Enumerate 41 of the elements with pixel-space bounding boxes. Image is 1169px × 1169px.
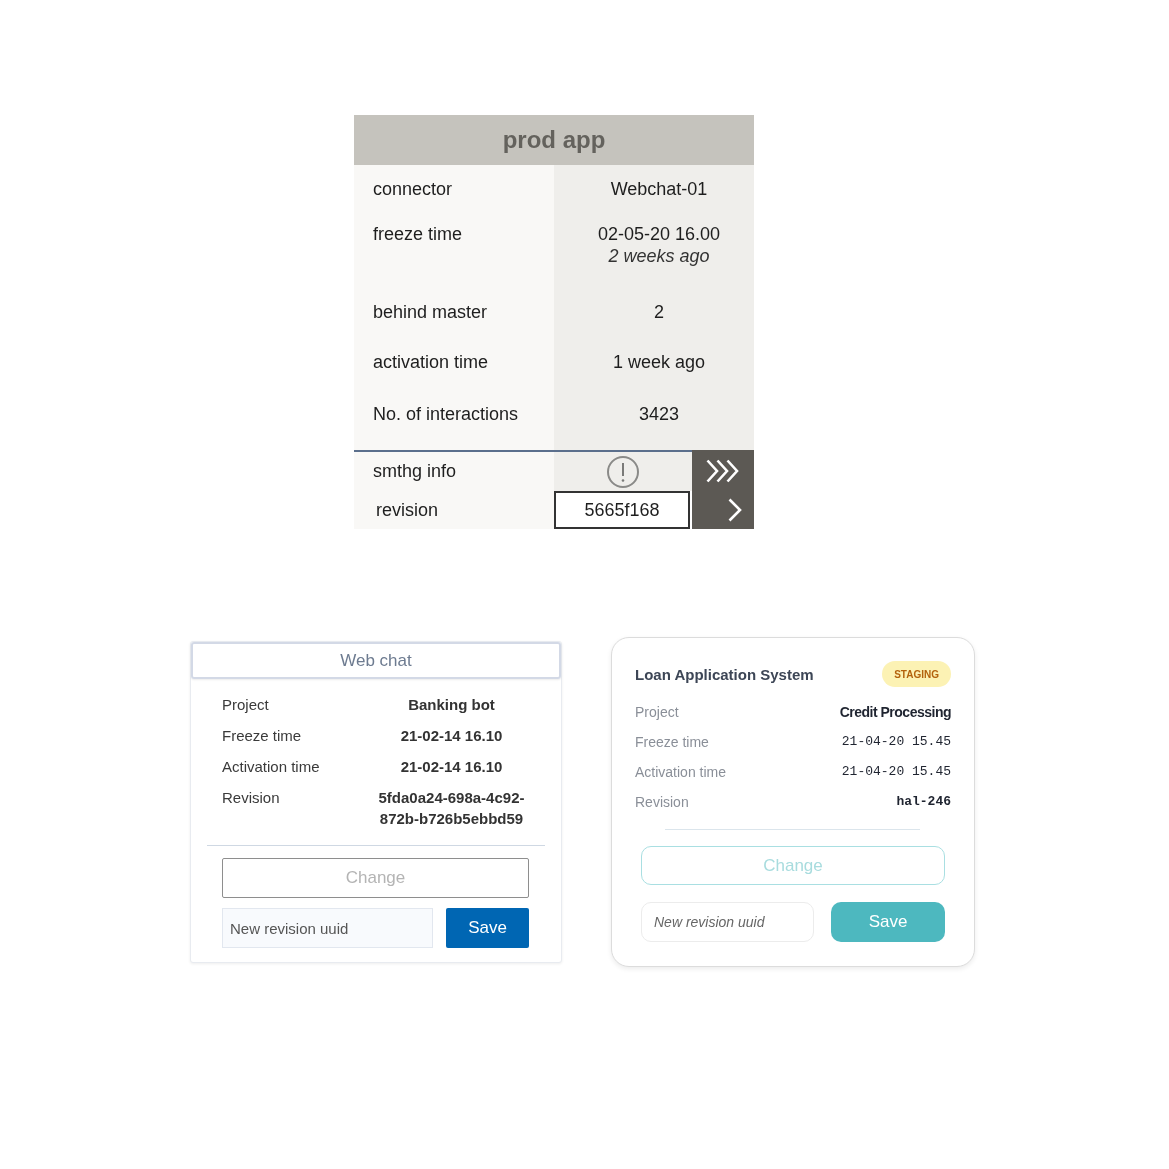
field-value: 21-02-14 16.10 — [400, 727, 503, 744]
field-label: Activation time — [222, 757, 321, 777]
row-value: 1 week ago — [612, 351, 706, 373]
input-field[interactable]: New revision uuid — [641, 902, 814, 942]
field-label: Freeze time — [635, 733, 710, 752]
row-label: activation time — [354, 338, 554, 390]
field-label: Revision — [222, 788, 281, 808]
chevron-right-icon[interactable] — [728, 498, 742, 522]
row-value: 2 — [654, 301, 664, 323]
alert-icon — [607, 455, 639, 488]
field-value: 21-02-14 16.10 — [400, 758, 503, 775]
row-label: No. of interactions — [354, 390, 554, 450]
row-value: 02-05-20 16.00 — [597, 223, 721, 245]
field-label: Project — [222, 695, 270, 715]
field-label: Revision — [635, 793, 690, 812]
card-title: Loan Application System — [635, 665, 814, 683]
input-field[interactable]: New revision uuid — [222, 908, 433, 948]
triple-chevron-icon[interactable] — [706, 458, 740, 483]
field-value: Banking bot — [408, 696, 495, 713]
field-value: 21-04-20 15.45 — [840, 733, 951, 751]
row-label: freeze time — [354, 210, 554, 288]
field-value: 21-04-20 15.45 — [840, 763, 951, 781]
card-header: Web chat — [191, 642, 561, 679]
field-label: Freeze time — [222, 726, 303, 746]
field-label: Activation time — [635, 763, 727, 782]
row-label: behind master — [354, 288, 554, 338]
revision-field[interactable]: 5665f168 — [554, 491, 690, 529]
row-label: revision — [354, 491, 554, 529]
row-value: 3423 — [638, 403, 679, 425]
save-button[interactable]: Save — [446, 908, 529, 948]
field-value: Credit Processing — [839, 703, 951, 722]
row-label: smthg info — [354, 450, 554, 491]
card-header: prod app — [354, 115, 754, 165]
status-badge: STAGING — [882, 661, 951, 687]
field-value: 5fda0a24-698a-4c92-872b-b726b5ebbd59 — [378, 789, 525, 827]
row-value: Webchat-01 — [610, 178, 708, 200]
field-label: Project — [635, 703, 680, 722]
row-label: connector — [354, 165, 554, 210]
save-button[interactable]: Save — [831, 902, 945, 942]
field-value: hal-246 — [895, 793, 951, 811]
relative-time: 2 weeks ago — [608, 245, 710, 268]
